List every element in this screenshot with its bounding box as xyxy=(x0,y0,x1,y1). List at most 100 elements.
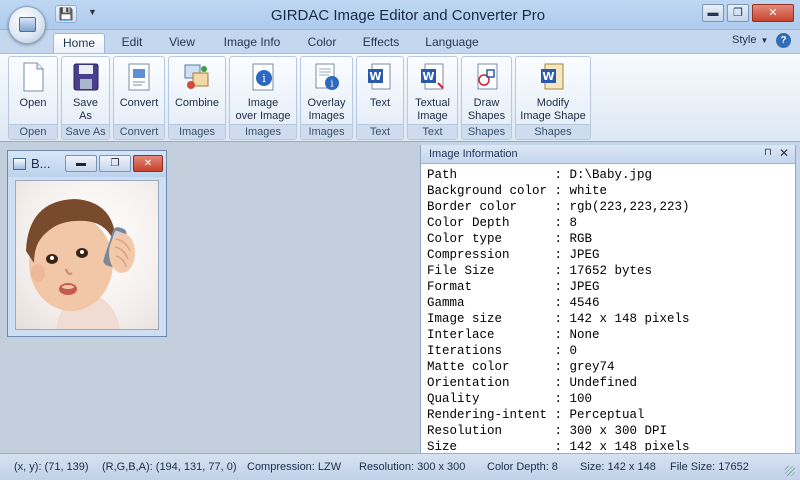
tab-language[interactable]: Language xyxy=(420,33,484,53)
info-key: Background color xyxy=(427,184,548,198)
info-key: Color type xyxy=(427,232,503,246)
ribbon-group-open: Open Open xyxy=(8,56,58,140)
info-row: Gamma: 4546 xyxy=(427,295,793,311)
style-dropdown[interactable]: Style ▼ xyxy=(732,34,768,46)
child-maximize-button[interactable]: ❐ xyxy=(99,155,131,172)
info-value: 4546 xyxy=(569,296,600,310)
info-separator: : xyxy=(554,328,570,342)
group-label-images-2: Images xyxy=(230,124,296,139)
baby-photo[interactable] xyxy=(15,180,159,330)
info-separator: : xyxy=(554,168,570,182)
info-key: Format xyxy=(427,280,473,294)
modify-image-shape-button[interactable]: W Modify Image Shape xyxy=(516,59,590,124)
overlay-images-button[interactable]: i Overlay Images xyxy=(301,59,352,124)
svg-text:W: W xyxy=(422,70,434,83)
ribbon: Open Open Save As Save As Convert Conver… xyxy=(0,53,800,142)
info-row: Color Depth: 8 xyxy=(427,215,793,231)
open-button[interactable]: Open xyxy=(9,59,57,124)
save-as-button[interactable]: Save As xyxy=(62,59,109,124)
group-label-text-2: Text xyxy=(408,124,457,139)
tab-effects[interactable]: Effects xyxy=(356,33,406,53)
status-size: Size: 142 x 148 xyxy=(580,461,656,473)
pin-icon[interactable]: ⊓ xyxy=(764,147,772,158)
info-key: Size xyxy=(427,440,458,451)
combine-images-icon xyxy=(184,64,209,89)
ribbon-group-draw-shapes: Draw Shapes Shapes xyxy=(461,56,512,140)
convert-button[interactable]: Convert xyxy=(114,59,164,124)
svg-text:W: W xyxy=(369,70,381,83)
maximize-button[interactable]: ❐ xyxy=(727,4,749,22)
image-icon xyxy=(13,158,26,170)
info-row: Path: D:\Baby.jpg xyxy=(427,167,793,183)
draw-shapes-button[interactable]: Draw Shapes xyxy=(462,59,511,124)
modify-image-shape-label: Modify Image Shape xyxy=(520,97,586,122)
overlay-images-label: Overlay Images xyxy=(307,97,346,122)
info-value: 8 xyxy=(569,216,578,230)
chevron-down-icon: ▼ xyxy=(760,36,769,45)
status-color-depth: Color Depth: 8 xyxy=(487,461,558,473)
open-label: Open xyxy=(19,97,47,109)
svg-text:i: i xyxy=(262,72,266,85)
combine-button[interactable]: Combine xyxy=(169,59,225,124)
info-separator: : xyxy=(554,264,570,278)
image-over-image-button[interactable]: i Image over Image xyxy=(230,59,296,124)
status-bar: (x, y): (71, 139) (R,G,B,A): (194, 131, … xyxy=(0,453,800,480)
title-bar: 💾 ▼ GIRDAC Image Editor and Converter Pr… xyxy=(0,0,800,30)
info-row: Size: 142 x 148 pixels xyxy=(427,439,793,451)
info-value: 300 x 300 DPI xyxy=(569,424,668,438)
info-separator: : xyxy=(554,440,570,451)
info-value: None xyxy=(569,328,600,342)
info-separator: : xyxy=(554,200,570,214)
draw-shapes-icon xyxy=(477,63,497,90)
info-separator: : xyxy=(554,280,570,294)
info-key: Color Depth xyxy=(427,216,510,230)
minimize-button[interactable]: ▬ xyxy=(702,4,724,22)
tab-edit[interactable]: Edit xyxy=(114,33,150,53)
group-label-images-3: Images xyxy=(301,124,352,139)
ribbon-group-save-as: Save As Save As xyxy=(61,56,110,140)
textual-image-label: Textual Image xyxy=(415,97,450,122)
group-label-open: Open xyxy=(9,124,57,139)
image-child-window[interactable]: B... ▬ ❐ ✕ xyxy=(7,150,167,337)
info-value: grey74 xyxy=(569,360,615,374)
group-label-save-as: Save As xyxy=(62,124,109,139)
ribbon-group-modify-shape: W Modify Image Shape Shapes xyxy=(515,56,591,140)
child-title-bar[interactable]: B... ▬ ❐ ✕ xyxy=(8,151,166,177)
info-key: Gamma xyxy=(427,296,465,310)
baby-photo-illustration xyxy=(26,199,135,329)
info-key: File Size xyxy=(427,264,495,278)
info-row: Orientation: Undefined xyxy=(427,375,793,391)
style-label: Style xyxy=(732,34,757,46)
ribbon-group-textual-image: W Textual Image Text xyxy=(407,56,458,140)
tab-image-info[interactable]: Image Info xyxy=(218,33,286,53)
tab-home[interactable]: Home xyxy=(53,33,105,53)
info-key: Rendering-intent xyxy=(427,408,548,422)
group-label-convert: Convert xyxy=(114,124,164,139)
status-rgba: (R,G,B,A): (194, 131, 77, 0) xyxy=(102,461,237,473)
info-key: Quality xyxy=(427,392,480,406)
tab-view[interactable]: View xyxy=(162,33,202,53)
info-key: Orientation xyxy=(427,376,510,390)
window-title: GIRDAC Image Editor and Converter Pro xyxy=(270,7,546,24)
application-menu-button[interactable] xyxy=(8,6,46,44)
text-button[interactable]: W Text xyxy=(357,59,403,124)
child-window-title: B... xyxy=(31,156,51,171)
info-key: Matte color xyxy=(427,360,510,374)
image-over-image-label: Image over Image xyxy=(235,97,291,122)
textual-image-button[interactable]: W Textual Image xyxy=(408,59,457,124)
child-minimize-button[interactable]: ▬ xyxy=(65,155,97,172)
resize-grip[interactable] xyxy=(785,466,795,476)
panel-close-icon[interactable]: ✕ xyxy=(779,146,789,160)
close-button[interactable]: ✕ xyxy=(752,4,794,22)
info-value: 100 xyxy=(569,392,593,406)
child-close-button[interactable]: ✕ xyxy=(133,155,163,172)
info-value: RGB xyxy=(569,232,593,246)
info-row: Rendering-intent: Perceptual xyxy=(427,407,793,423)
info-row: Quality: 100 xyxy=(427,391,793,407)
info-key: Interlace xyxy=(427,328,495,342)
help-icon[interactable]: ? xyxy=(776,33,791,48)
info-separator: : xyxy=(554,184,570,198)
info-separator: : xyxy=(554,232,570,246)
info-row: Compression: JPEG xyxy=(427,247,793,263)
tab-color[interactable]: Color xyxy=(300,33,344,53)
